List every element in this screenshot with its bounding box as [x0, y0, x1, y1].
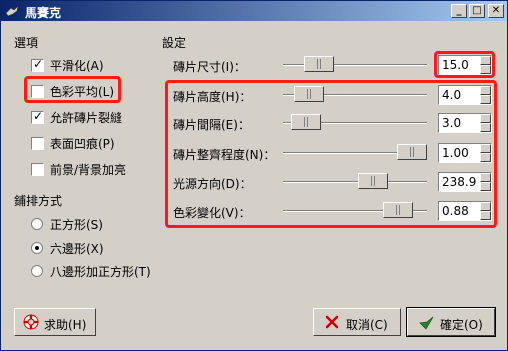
tile-size-label: 磚片尺寸(I)： [173, 60, 246, 74]
fg-bg-lighting-checkbox[interactable] [31, 163, 44, 176]
check-icon: ✓ [33, 109, 44, 123]
lifebuoy-icon [23, 314, 39, 330]
pitting-checkbox[interactable] [31, 137, 44, 150]
radio-dot-icon [35, 246, 39, 250]
close-button[interactable]: ✕ [488, 4, 504, 18]
tiling-heading: 鋪排方式 [14, 194, 63, 208]
hexagon-radio[interactable] [31, 242, 43, 254]
ok-button-label: 確定(O) [440, 318, 483, 332]
cancel-button-label: 取消(C) [346, 318, 388, 332]
help-button[interactable]: 求助(H) [14, 308, 96, 336]
square-radio[interactable] [31, 218, 43, 230]
allow-split-label[interactable]: 允許磚片裂縫 [50, 109, 122, 126]
mosaic-dialog: 馬賽克 _ □ ✕ 選項 ✓ 平滑化(A) 色彩平均(L) ✓ 允許磚片裂縫 表… [0, 0, 508, 351]
pitting-label[interactable]: 表面凹痕(P) [50, 135, 115, 152]
highlight-box [165, 80, 497, 228]
minimize-button[interactable]: _ [451, 4, 467, 18]
fg-bg-lighting-label[interactable]: 前景/背景加亮 [50, 161, 126, 178]
square-label[interactable]: 正方形(S) [50, 216, 103, 233]
gimp-icon [5, 5, 19, 17]
allow-split-checkbox[interactable]: ✓ [31, 109, 44, 124]
options-heading: 選項 [14, 36, 39, 50]
check-icon: ✓ [33, 57, 44, 71]
help-button-label: 求助(H) [44, 318, 87, 332]
maximize-button[interactable]: □ [469, 4, 485, 18]
ok-button[interactable]: 確定(O) [406, 307, 496, 337]
dialog-body: 選項 ✓ 平滑化(A) 色彩平均(L) ✓ 允許磚片裂縫 表面凹痕(P) 前景/… [1, 21, 507, 350]
cancel-button[interactable]: 取消(C) [313, 308, 401, 336]
smooth-checkbox[interactable]: ✓ [31, 57, 44, 72]
window-title: 馬賽克 [25, 6, 62, 20]
smooth-label[interactable]: 平滑化(A) [50, 57, 104, 74]
highlight-box [24, 76, 121, 103]
octagon-label[interactable]: 八邊形加正方形(T) [50, 263, 151, 280]
settings-heading: 設定 [162, 36, 187, 50]
ok-check-icon [419, 316, 434, 330]
hexagon-label[interactable]: 六邊形(X) [50, 240, 104, 257]
octagon-radio[interactable] [31, 265, 43, 277]
title-bar[interactable]: 馬賽克 _ □ ✕ [1, 1, 507, 21]
cancel-x-icon [325, 315, 339, 329]
tile-size-slider-thumb[interactable] [303, 56, 334, 72]
highlight-box [434, 51, 495, 78]
